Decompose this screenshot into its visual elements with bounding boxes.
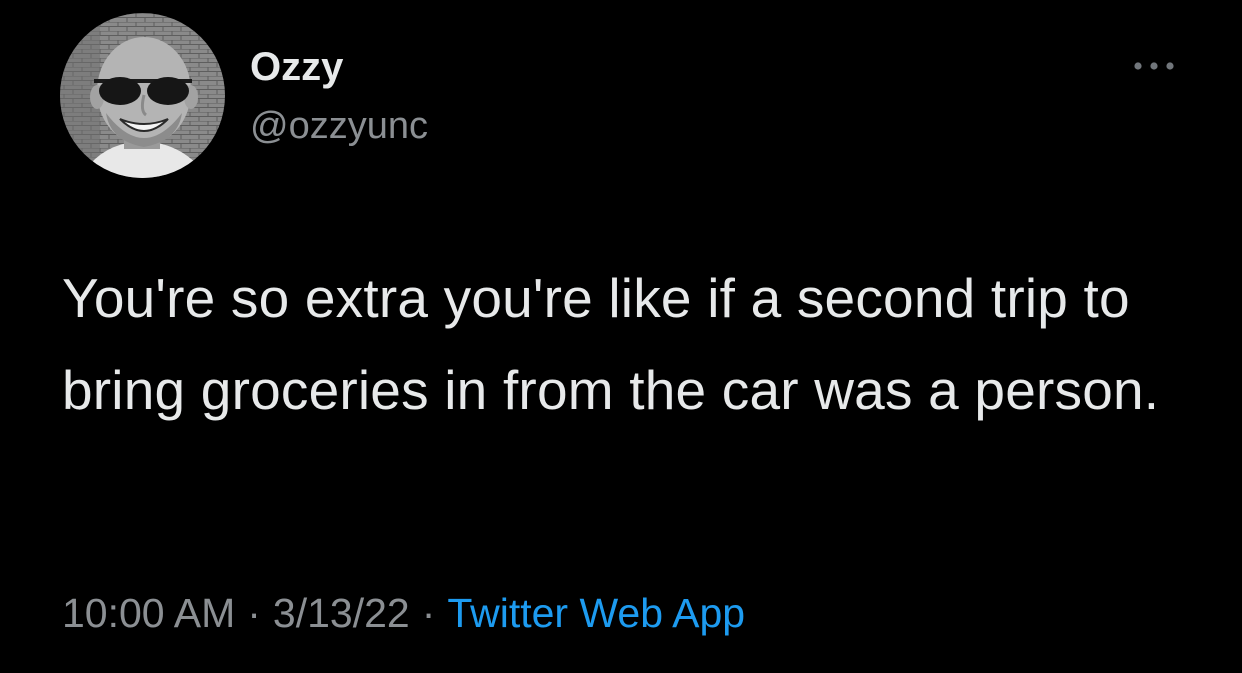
tweet: Ozzy @ozzyunc You're so extra you're lik… (0, 0, 1242, 673)
tweet-time[interactable]: 10:00 AM (62, 590, 235, 636)
avatar[interactable] (60, 13, 225, 178)
tweet-source-link[interactable]: Twitter Web App (447, 590, 745, 636)
meta-separator: · (421, 590, 436, 636)
tweet-meta: 10:00 AM · 3/13/22 · Twitter Web App (62, 588, 745, 638)
more-horizontal-icon (1134, 62, 1174, 70)
more-options-button[interactable] (1128, 52, 1180, 80)
tweet-date[interactable]: 3/13/22 (273, 590, 410, 636)
tweet-text: You're so extra you're like if a second … (62, 267, 1160, 421)
avatar-photo (60, 13, 225, 178)
author-handle[interactable]: @ozzyunc (250, 104, 428, 148)
meta-separator: · (247, 590, 261, 636)
author-display-name[interactable]: Ozzy (250, 44, 343, 90)
